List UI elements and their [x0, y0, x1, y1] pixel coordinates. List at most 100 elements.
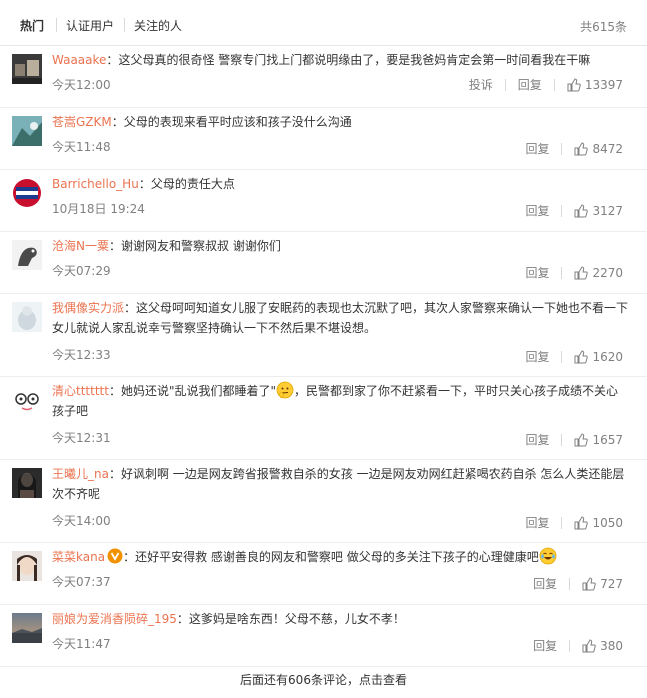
like-count: 1050: [592, 515, 623, 530]
comment-time: 今天11:47: [52, 637, 111, 651]
reply-button[interactable]: 回复: [533, 637, 557, 654]
comment-username[interactable]: 苍嵩GZKM: [52, 115, 112, 129]
action-divider: [553, 78, 555, 91]
like-button[interactable]: 727: [582, 577, 623, 591]
reply-button[interactable]: 回复: [525, 348, 549, 365]
comment-username[interactable]: Waaaake: [52, 53, 106, 67]
like-button[interactable]: 3127: [574, 204, 623, 218]
comment-time: 今天07:37: [52, 575, 111, 589]
comment-username[interactable]: 我偶像实力派: [52, 301, 124, 315]
reply-button[interactable]: 回复: [525, 264, 549, 281]
comment-body: 还好平安得救 感谢善良的网友和警察吧 做父母的多关注下孩子的心理健康吧: [135, 550, 539, 564]
reply-button[interactable]: 回复: [525, 140, 549, 157]
like-button[interactable]: 1657: [574, 433, 623, 447]
like-button[interactable]: 8472: [574, 142, 623, 156]
reply-button[interactable]: 回复: [525, 431, 549, 448]
avatar[interactable]: [12, 551, 42, 581]
avatar[interactable]: [12, 178, 42, 208]
comment-actions: 回复 1620: [525, 348, 623, 365]
like-count: 2270: [592, 265, 623, 280]
reply-button[interactable]: 回复: [533, 575, 557, 592]
thumbs-up-icon: [574, 141, 589, 155]
avatar[interactable]: [12, 116, 42, 146]
comment-username[interactable]: 丽娘为爱消香陨碎_195: [52, 612, 177, 626]
comment-text: Barrichello_Hu：父母的责任大点: [52, 177, 235, 191]
avatar[interactable]: [12, 302, 42, 332]
comment-username[interactable]: 沧海N一粟: [52, 239, 109, 253]
comment-text: 丽娘为爱消香陨碎_195：这爹妈是啥东西！父母不慈，儿女不孝！: [52, 612, 405, 626]
view-more-comments-link[interactable]: 后面还有606条评论，点击查看: [0, 662, 647, 698]
comment-actions: 投诉 回复 13397: [469, 76, 623, 93]
avatar[interactable]: [12, 240, 42, 270]
thumbs-up-icon: [574, 432, 589, 446]
action-divider: [504, 78, 506, 91]
avatar[interactable]: [12, 54, 42, 84]
action-divider: [569, 577, 571, 590]
thumbs-up-icon: [574, 349, 589, 363]
comment-body: 这父母真的很奇怪 警察专门找上门都说明缘由了，要是我爸妈肯定会第一时间看我在干嘛: [118, 53, 591, 67]
like-button[interactable]: 2270: [574, 266, 623, 280]
avatar[interactable]: [12, 468, 42, 498]
tab-divider: [56, 18, 57, 32]
comment-list: Waaaake：这父母真的很奇怪 警察专门找上门都说明缘由了，要是我爸妈肯定会第…: [0, 46, 647, 667]
comment-actions: 回复 2270: [525, 264, 623, 281]
comment-username[interactable]: 菜菜kana: [52, 550, 105, 564]
like-button[interactable]: 1050: [574, 516, 623, 530]
like-count: 3127: [592, 203, 623, 218]
like-count: 1657: [592, 432, 623, 447]
like-count: 380: [600, 638, 623, 653]
comment-actions: 回复 380: [533, 637, 623, 654]
tab-hot[interactable]: 热门: [20, 17, 44, 34]
report-button[interactable]: 投诉: [469, 76, 493, 93]
comment-body: 父母的表现来看平时应该和孩子没什么沟通: [123, 115, 352, 129]
comment-item: 清心ttttttt：她妈还说"乱说我们都睡着了" ，民警都到家了你不赶紧看一下，平…: [0, 377, 647, 460]
comment-username[interactable]: 王曦儿_na: [52, 467, 109, 481]
reply-button[interactable]: 回复: [518, 76, 542, 93]
comment-body: 谢谢网友和警察叔叔 谢谢你们: [121, 239, 281, 253]
like-button[interactable]: 13397: [567, 78, 623, 92]
comment-item: Barrichello_Hu：父母的责任大点 10月18日 19:24 回复 3…: [0, 170, 647, 232]
action-divider: [561, 266, 563, 279]
reply-button[interactable]: 回复: [525, 202, 549, 219]
comment-username[interactable]: 清心ttttttt: [52, 384, 109, 398]
like-button[interactable]: 380: [582, 639, 623, 653]
like-button[interactable]: 1620: [574, 350, 623, 364]
comment-username[interactable]: Barrichello_Hu: [52, 177, 139, 191]
comment-text: 王曦儿_na：好讽刺啊 一边是网友跨省报警救自杀的女孩 一边是网友劝网红赶紧喝农…: [52, 467, 625, 501]
comment-time: 今天14:00: [52, 514, 111, 528]
avatar[interactable]: [12, 613, 42, 643]
comment-item: 苍嵩GZKM：父母的表现来看平时应该和孩子没什么沟通 今天11:48 回复 84…: [0, 108, 647, 170]
comment-text: 我偶像实力派：这父母呵呵知道女儿服了安眠药的表现也太沉默了吧，其次人家警察来确认…: [52, 301, 629, 335]
like-count: 8472: [592, 141, 623, 156]
comment-body: 父母的责任大点: [150, 177, 235, 191]
tab-following[interactable]: 关注的人: [134, 17, 182, 34]
comment-actions: 回复 8472: [525, 140, 623, 157]
comment-actions: 回复 3127: [525, 202, 623, 219]
action-divider: [561, 142, 563, 155]
reply-button[interactable]: 回复: [525, 514, 549, 531]
tab-verified-users[interactable]: 认证用户: [66, 17, 114, 34]
comment-item: 我偶像实力派：这父母呵呵知道女儿服了安眠药的表现也太沉默了吧，其次人家警察来确认…: [0, 294, 647, 377]
thumbs-up-icon: [567, 77, 581, 91]
action-divider: [561, 350, 563, 363]
comment-text: Waaaake：这父母真的很奇怪 警察专门找上门都说明缘由了，要是我爸妈肯定会第…: [52, 53, 591, 67]
action-divider: [569, 639, 571, 652]
verified-badge-icon: [107, 548, 123, 564]
comment-time: 今天12:00: [52, 78, 111, 92]
comment-tabs-bar: 热门 认证用户 关注的人 共615条: [0, 0, 647, 46]
comment-actions: 回复 1657: [525, 431, 623, 448]
comment-text: 清心ttttttt：她妈还说"乱说我们都睡着了" ，民警都到家了你不赶紧看一下，平…: [52, 381, 629, 421]
comment-time: 今天12:33: [52, 348, 111, 362]
action-divider: [561, 204, 563, 217]
comment-total-count: 共615条: [580, 20, 627, 34]
comment-actions: 回复 1050: [525, 514, 623, 531]
comment-time: 今天11:48: [52, 140, 111, 154]
comment-actions: 回复 727: [533, 575, 623, 592]
comment-time: 今天07:29: [52, 264, 111, 278]
comment-body: 这爹妈是啥东西！父母不慈，儿女不孝！: [188, 612, 405, 626]
comment-item: 沧海N一粟：谢谢网友和警察叔叔 谢谢你们 今天07:29 回复 2270: [0, 232, 647, 294]
avatar[interactable]: [12, 385, 42, 415]
comment-time: 10月18日 19:24: [52, 202, 145, 216]
action-divider: [561, 433, 563, 446]
comment-item: 丽娘为爱消香陨碎_195：这爹妈是啥东西！父母不慈，儿女不孝！ 今天11:47 …: [0, 605, 647, 667]
